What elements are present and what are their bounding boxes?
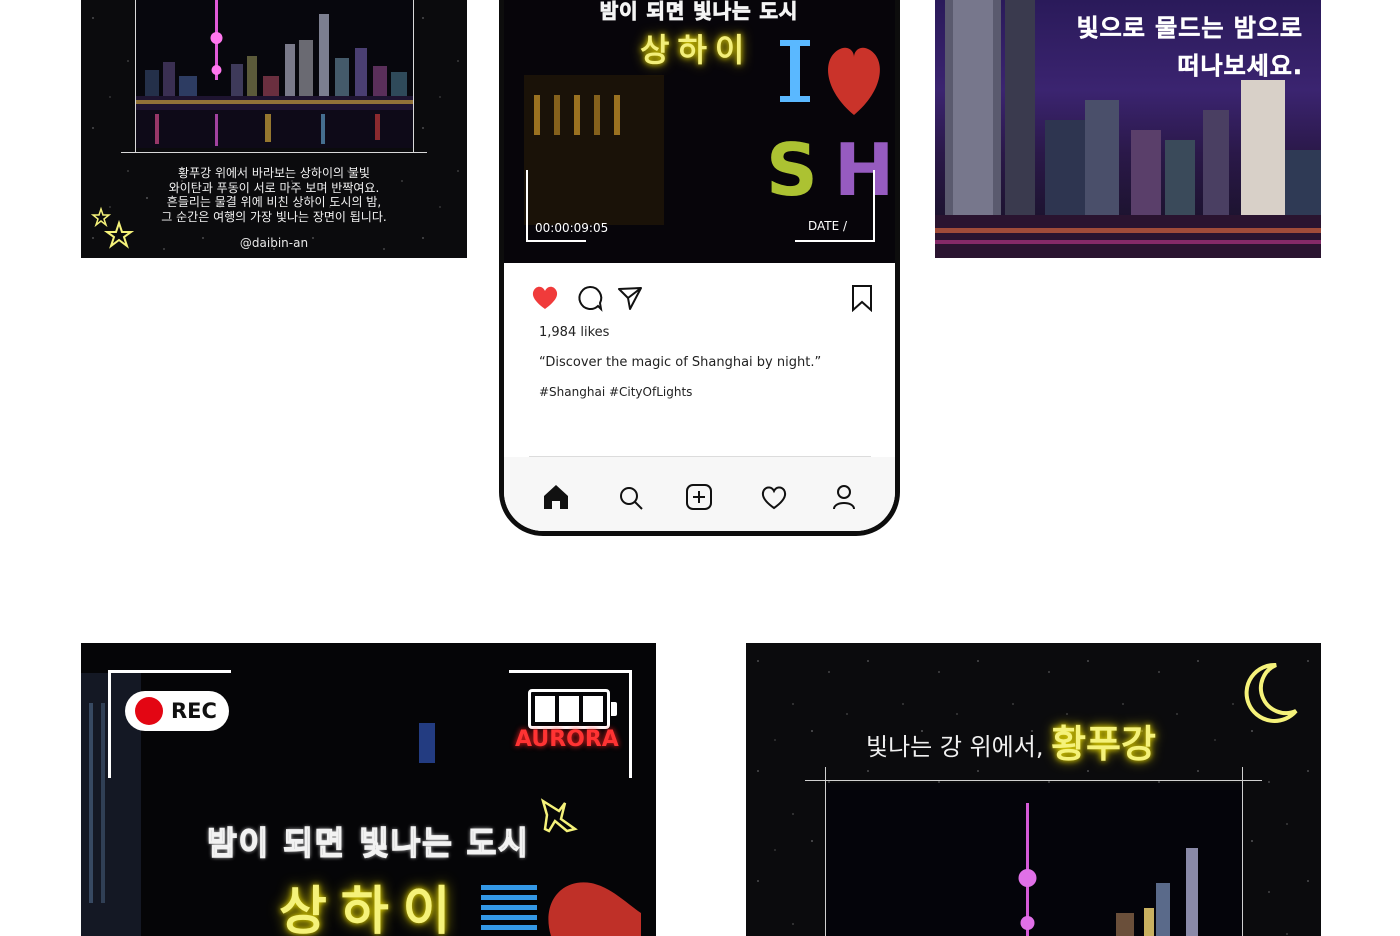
aurora-neon-sign: AURORA [515, 727, 619, 752]
add-post-icon[interactable] [685, 483, 713, 511]
comment-icon[interactable] [576, 284, 604, 312]
date-label: DATE / [808, 219, 848, 233]
skyline-caption-card: 황푸강 위에서 바라보는 상하이의 불빛 와이탄과 푸동이 서로 마주 보며 반… [81, 0, 467, 258]
likes-count: 1,984 likes [539, 325, 610, 340]
like-heart-icon[interactable] [530, 285, 560, 311]
skyline-photo [135, 0, 413, 148]
photo-frame-right [413, 0, 414, 153]
rec-badge: REC [125, 691, 229, 731]
post-image[interactable]: S H 밤이 되면 빛나는 도시 상하이 00:00:09:05 DATE / [504, 0, 895, 263]
post-image-city: 상하이 [640, 31, 753, 69]
headline-highlight: 황푸강 [1051, 722, 1156, 766]
tower-skyline-illustration [826, 783, 1242, 936]
record-dot-icon [135, 697, 163, 725]
city-skyline-illustration [135, 0, 413, 148]
home-icon[interactable] [542, 483, 570, 511]
caption-line: 그 순간은 여행의 가장 빛나는 장면이 됩니다. [161, 209, 387, 224]
caption-line: 흔들리는 물결 위에 비친 상하이 도시의 밤, [166, 195, 382, 209]
post-caption: “Discover the magic of Shanghai by night… [539, 355, 822, 370]
neon-subtitle: 밤이 되면 빛나는 도시 [207, 823, 530, 863]
instagram-phone-mockup: S H 밤이 되면 빛나는 도시 상하이 00:00:09:05 DATE / … [499, 0, 900, 536]
night-skyline-card: 빛으로 물드는 밤으로 떠나보세요. [935, 0, 1321, 258]
rec-label: REC [171, 699, 217, 723]
photo-frame-bottom [121, 152, 427, 153]
caption-text: 황푸강 위에서 바라보는 상하이의 불빛 와이탄과 푸동이 서로 마주 보며 반… [121, 166, 427, 224]
crescent-moon-icon [1244, 662, 1298, 723]
caption-line: 황푸강 위에서 바라보는 상하이의 불빛 [178, 166, 370, 180]
photo-frame-left [135, 0, 136, 153]
headline-line-2: 떠나보세요. [1177, 52, 1303, 81]
bookmark-icon[interactable] [850, 284, 874, 312]
profile-icon[interactable] [831, 483, 857, 511]
bottom-tab-bar [504, 457, 895, 531]
share-send-icon[interactable] [616, 284, 644, 312]
record-timer: 00:00:09:05 [535, 221, 609, 235]
caption-line: 와이탄과 푸동이 서로 마주 보며 반짝여요. [168, 180, 380, 195]
headline-text: 빛나는 강 위에서, [866, 733, 1044, 761]
neon-city-title: 상하이 [279, 882, 465, 936]
battery-cell [583, 696, 603, 722]
photo-frame-right [1242, 767, 1243, 936]
card-headline: 빛나는 강 위에서, 황푸강 [866, 713, 1156, 768]
photo-frame-top [805, 780, 1262, 781]
neon-rec-card: REC AURORA 밤이 되면 빛나는 도시 상하이 [81, 643, 656, 936]
author-handle: @daibin-an [239, 236, 309, 250]
headline-line-1: 빛으로 물드는 밤으로 [1076, 14, 1303, 43]
huangpu-river-card: 빛나는 강 위에서, 황푸강 [746, 643, 1321, 936]
post-actions [504, 281, 895, 315]
post-hashtags[interactable]: #Shanghai #CityOfLights [539, 385, 692, 399]
post-image-title: 밤이 되면 빛나는 도시 [599, 0, 799, 24]
battery-icon [528, 689, 617, 729]
battery-cell [559, 696, 579, 722]
skyline-photo [826, 783, 1242, 936]
activity-heart-icon[interactable] [759, 485, 789, 511]
search-icon[interactable] [618, 485, 644, 511]
battery-cell [535, 696, 555, 722]
